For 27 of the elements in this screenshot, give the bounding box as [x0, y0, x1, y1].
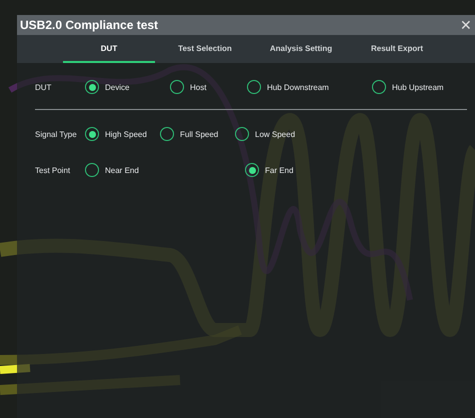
- field-label: Signal Type: [35, 130, 78, 138]
- radio-label[interactable]: Device: [105, 82, 130, 92]
- radio-label[interactable]: Host: [190, 82, 206, 92]
- radio-button[interactable]: [85, 80, 99, 94]
- tab[interactable]: Analysis Setting: [255, 35, 347, 63]
- radio-label[interactable]: Near End: [105, 166, 139, 174]
- radio-button[interactable]: [170, 80, 184, 94]
- radio-button[interactable]: [160, 127, 174, 141]
- radio-label[interactable]: Low Speed: [255, 130, 296, 138]
- radio-button[interactable]: [85, 163, 99, 177]
- radio-label[interactable]: Full Speed: [180, 130, 218, 138]
- radio-button[interactable]: [235, 127, 249, 141]
- tab[interactable]: DUT: [63, 35, 155, 63]
- tab[interactable]: Result Export: [351, 35, 443, 63]
- radio-label[interactable]: Hub Upstream: [392, 82, 444, 92]
- window-title: USB2.0 Compliance test: [20, 18, 158, 32]
- tab[interactable]: Test Selection: [159, 35, 251, 63]
- radio-button[interactable]: [247, 80, 261, 94]
- field-label: Test Point: [35, 166, 72, 174]
- radio-label[interactable]: High Speed: [105, 130, 147, 138]
- radio-button[interactable]: [372, 80, 386, 94]
- field-label: DUT: [35, 82, 52, 92]
- radio-button[interactable]: [85, 127, 99, 141]
- radio-label[interactable]: Far End: [265, 166, 294, 174]
- radio-label[interactable]: Hub Downstream: [267, 82, 329, 92]
- close-button[interactable]: ✕: [457, 16, 475, 34]
- radio-button[interactable]: [245, 163, 259, 177]
